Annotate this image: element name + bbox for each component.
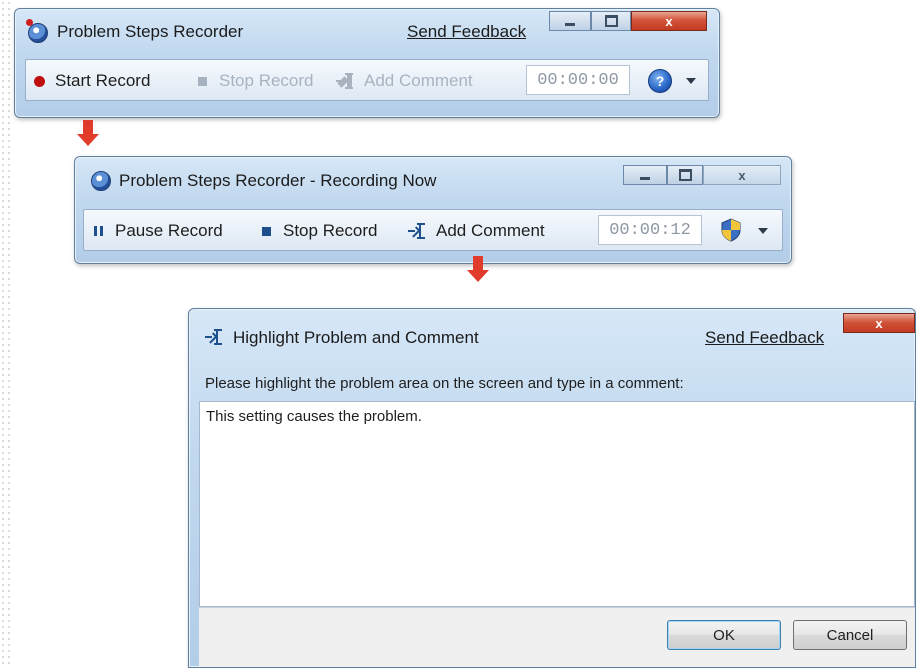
close-button[interactable]: x — [703, 165, 781, 185]
maximize-button[interactable] — [591, 11, 631, 31]
title-bar[interactable]: Problem Steps Recorder - Recording Now x — [75, 157, 791, 197]
window-title: Problem Steps Recorder - Recording Now — [119, 171, 437, 190]
comment-text: This setting causes the problem. — [206, 408, 422, 425]
add-comment-icon — [408, 223, 428, 239]
add-comment-icon — [336, 73, 356, 89]
add-comment-button[interactable]: Add Comment — [408, 221, 545, 241]
cancel-button[interactable]: Cancel — [793, 620, 907, 650]
stop-record-button[interactable]: Stop Record — [198, 71, 314, 91]
ok-button[interactable]: OK — [667, 620, 781, 650]
stop-icon — [262, 226, 271, 236]
dialog-footer: OK Cancel — [199, 607, 915, 667]
pause-record-button[interactable]: Pause Record — [94, 221, 223, 241]
red-down-arrow — [467, 256, 489, 282]
send-feedback-link[interactable]: Send Feedback — [705, 328, 824, 348]
recorder-toolbar: Start Record Stop Record Add Comment 00:… — [25, 59, 709, 101]
maximize-button[interactable] — [667, 165, 703, 185]
help-icon[interactable]: ? — [648, 69, 672, 93]
pause-icon — [94, 226, 103, 236]
close-icon: x — [738, 167, 746, 183]
minimize-button[interactable] — [623, 165, 667, 185]
close-button[interactable]: x — [843, 313, 915, 333]
recorder-window-idle: Problem Steps Recorder Send Feedback x S… — [14, 8, 720, 118]
chevron-down-icon[interactable] — [758, 228, 768, 234]
help-glyph: ? — [655, 73, 665, 89]
stop-record-label: Stop Record — [219, 71, 314, 90]
title-bar[interactable]: Problem Steps Recorder Send Feedback x — [15, 9, 719, 49]
pause-record-label: Pause Record — [115, 221, 223, 240]
minimize-button[interactable] — [549, 11, 591, 31]
window-title: Problem Steps Recorder — [57, 22, 244, 41]
instruction-text: Please highlight the problem area on the… — [205, 375, 684, 392]
record-icon — [34, 75, 45, 87]
close-icon: x — [665, 13, 673, 29]
highlight-comment-dialog: Highlight Problem and Comment Send Feedb… — [188, 308, 916, 668]
stop-record-label: Stop Record — [283, 221, 378, 240]
red-down-arrow — [77, 120, 99, 146]
stop-icon — [198, 76, 207, 86]
uac-shield-icon[interactable] — [720, 218, 742, 242]
start-record-button[interactable]: Start Record — [34, 71, 150, 91]
comment-textarea[interactable]: This setting causes the problem. — [199, 401, 915, 607]
start-record-label: Start Record — [55, 71, 151, 90]
dialog-title: Highlight Problem and Comment — [233, 328, 479, 347]
close-button[interactable]: x — [631, 11, 707, 31]
add-comment-icon — [205, 329, 225, 345]
problem-steps-recorder-icon — [91, 171, 111, 191]
elapsed-timer: 00:00:12 — [598, 215, 702, 245]
add-comment-button[interactable]: Add Comment — [336, 71, 473, 91]
maximize-icon — [678, 169, 692, 181]
stop-record-button[interactable]: Stop Record — [262, 221, 378, 241]
elapsed-timer: 00:00:00 — [526, 65, 630, 95]
add-comment-label: Add Comment — [364, 71, 473, 90]
add-comment-label: Add Comment — [436, 221, 545, 240]
maximize-icon — [604, 15, 618, 27]
minimize-icon — [640, 176, 650, 180]
send-feedback-link[interactable]: Send Feedback — [407, 22, 526, 42]
recorder-window-recording: Problem Steps Recorder - Recording Now x… — [74, 156, 792, 264]
dotted-margin — [0, 0, 12, 668]
chevron-down-icon[interactable] — [686, 78, 696, 84]
problem-steps-recorder-icon — [26, 19, 48, 43]
recorder-toolbar: Pause Record Stop Record Add Comment 00:… — [83, 209, 783, 251]
close-icon: x — [875, 315, 883, 331]
minimize-icon — [565, 22, 575, 26]
title-bar[interactable]: Highlight Problem and Comment Send Feedb… — [189, 309, 915, 349]
